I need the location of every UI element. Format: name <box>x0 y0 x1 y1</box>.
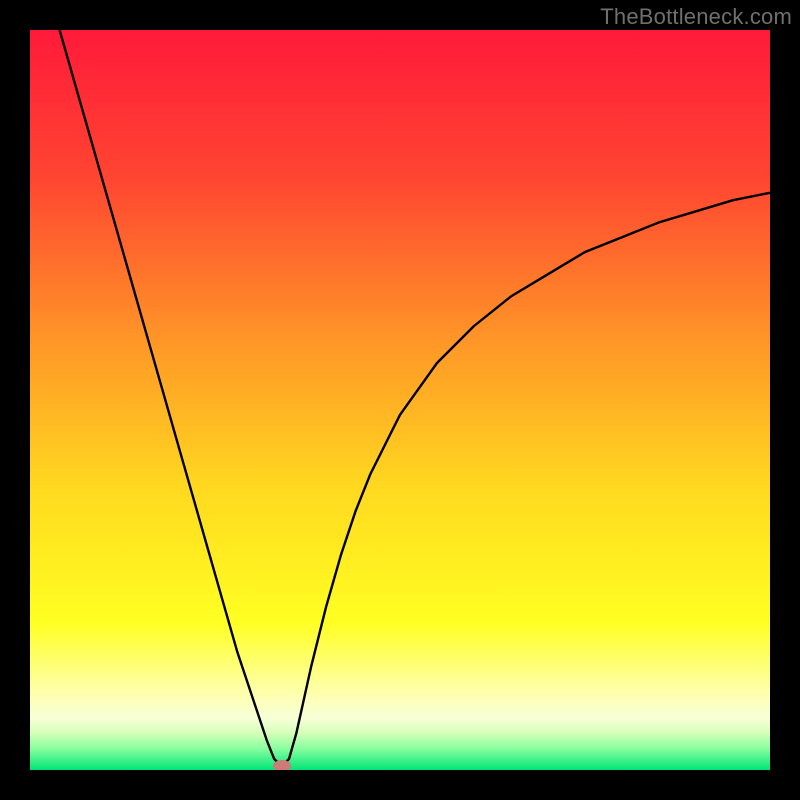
bottleneck-curve <box>30 30 770 770</box>
curve-path <box>60 30 770 766</box>
plot-area <box>30 30 770 770</box>
watermark-label: TheBottleneck.com <box>600 4 792 30</box>
chart-frame: TheBottleneck.com <box>0 0 800 800</box>
optimal-point-marker <box>273 760 291 770</box>
